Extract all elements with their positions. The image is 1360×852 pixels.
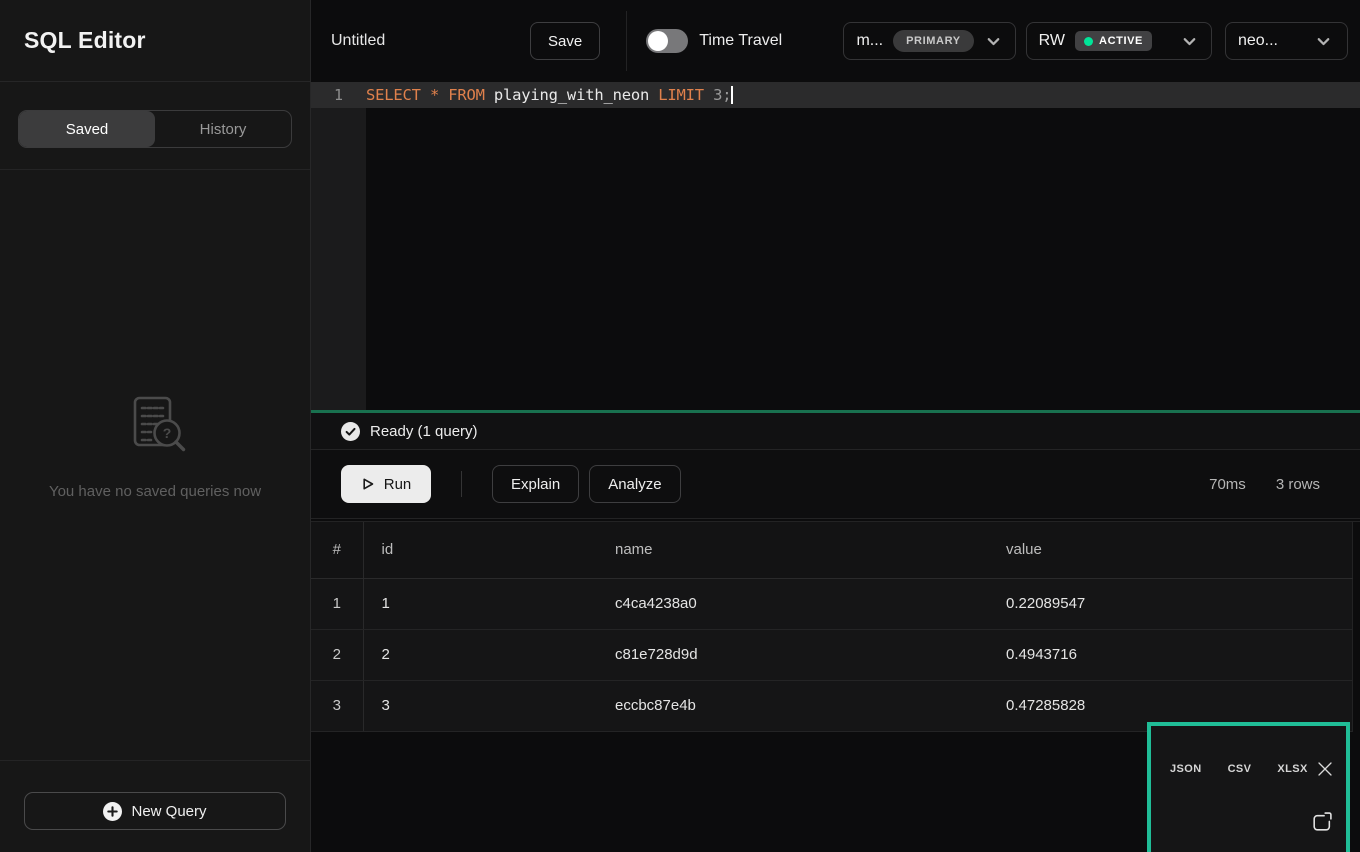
sidebar-footer: New Query xyxy=(0,760,310,852)
sql-token: 3; xyxy=(713,86,731,104)
main-panel: Untitled Save Time Travel m... PRIMARY R… xyxy=(311,0,1360,852)
table-cell: c4ca4238a0 xyxy=(597,578,988,629)
table-cell: 1 xyxy=(363,578,597,629)
status-text: Ready (1 query) xyxy=(370,423,478,440)
results-table: #idnamevalue 11c4ca4238a00.2208954722c81… xyxy=(311,522,1353,732)
export-xlsx-button[interactable]: XLSX xyxy=(1273,761,1311,777)
close-icon xyxy=(1314,758,1336,780)
table-row[interactable]: 11c4ca4238a00.22089547 xyxy=(311,578,1352,629)
table-header-row: #idnamevalue xyxy=(311,522,1352,578)
table-cell: 3 xyxy=(363,680,597,731)
play-icon xyxy=(361,477,375,491)
table-cell: eccbc87e4b xyxy=(597,680,988,731)
sql-editor-app: SQL Editor Saved History ? You have no s… xyxy=(0,0,1360,852)
column-header-1[interactable]: id xyxy=(363,522,597,578)
sidebar-header: SQL Editor xyxy=(0,0,310,82)
sql-token: LIMIT xyxy=(658,86,704,104)
table-cell: 2 xyxy=(311,629,363,680)
sidebar: SQL Editor Saved History ? You have no s… xyxy=(0,0,311,852)
plus-circle-icon xyxy=(103,802,122,821)
sql-token xyxy=(704,86,713,104)
toggle-knob xyxy=(648,31,668,51)
query-duration: 70ms xyxy=(1209,476,1246,493)
column-header-3[interactable]: value xyxy=(988,522,1352,578)
expand-results-button[interactable] xyxy=(1310,811,1333,834)
expand-icon xyxy=(1310,811,1333,834)
save-button[interactable]: Save xyxy=(530,22,600,60)
database-dropdown[interactable]: neo... xyxy=(1225,22,1348,60)
chevron-down-icon xyxy=(1314,32,1333,51)
statusbar: Ready (1 query) xyxy=(311,413,1360,450)
sidebar-tabs: Saved History xyxy=(0,82,310,170)
no-saved-queries-icon: ? xyxy=(120,391,190,459)
table-cell: 1 xyxy=(311,578,363,629)
database-dropdown-label: neo... xyxy=(1238,32,1278,50)
column-header-2[interactable]: name xyxy=(597,522,988,578)
table-cell: 3 xyxy=(311,680,363,731)
analyze-button[interactable]: Analyze xyxy=(589,465,680,503)
active-dot-icon xyxy=(1084,37,1093,46)
export-panel: JSON CSV XLSX xyxy=(1147,722,1350,852)
code-editor[interactable]: 1 SELECT * FROM playing_with_neon LIMIT … xyxy=(311,82,1360,410)
chevron-down-icon xyxy=(984,32,1003,51)
topbar-divider xyxy=(626,11,627,71)
page-title: SQL Editor xyxy=(24,27,146,54)
line-number: 1 xyxy=(311,86,366,104)
sql-token: FROM xyxy=(448,86,485,104)
branch-dropdown-label: m... xyxy=(856,32,883,50)
tab-saved[interactable]: Saved xyxy=(19,111,155,147)
sql-token xyxy=(439,86,448,104)
export-csv-button[interactable]: CSV xyxy=(1224,761,1256,777)
query-stats: 70ms 3 rows xyxy=(1209,476,1320,493)
primary-badge: PRIMARY xyxy=(893,30,974,52)
saved-queries-empty-state: ? You have no saved queries now xyxy=(0,170,310,760)
export-json-button[interactable]: JSON xyxy=(1166,761,1206,777)
chevron-down-icon xyxy=(1180,32,1199,51)
time-travel-label: Time Travel xyxy=(699,32,782,50)
table-cell: 2 xyxy=(363,629,597,680)
new-query-button[interactable]: New Query xyxy=(24,792,286,830)
run-button[interactable]: Run xyxy=(341,465,431,503)
saved-history-segmented-control: Saved History xyxy=(18,110,292,148)
text-cursor xyxy=(731,86,733,104)
table-cell: 0.22089547 xyxy=(988,578,1352,629)
new-query-label: New Query xyxy=(131,803,206,820)
sql-token xyxy=(421,86,430,104)
query-title: Untitled xyxy=(331,32,401,50)
query-toolbar: Run Explain Analyze 70ms 3 rows xyxy=(311,450,1360,519)
run-label: Run xyxy=(384,476,412,493)
export-format-row: JSON CSV XLSX xyxy=(1151,726,1346,780)
tab-history[interactable]: History xyxy=(155,111,291,147)
sql-query-text: SELECT * FROM playing_with_neon LIMIT 3; xyxy=(366,86,731,104)
sql-token: * xyxy=(430,86,439,104)
table-cell: 0.4943716 xyxy=(988,629,1352,680)
active-badge-label: ACTIVE xyxy=(1099,35,1143,47)
table-row[interactable]: 22c81e728d9d0.4943716 xyxy=(311,629,1352,680)
export-format-buttons: JSON CSV XLSX xyxy=(1166,761,1312,777)
editor-gutter xyxy=(311,108,366,410)
compute-dropdown-label: RW xyxy=(1039,32,1065,50)
close-button[interactable] xyxy=(1314,758,1336,780)
sql-token: SELECT xyxy=(366,86,421,104)
column-header-0[interactable]: # xyxy=(311,522,363,578)
explain-button[interactable]: Explain xyxy=(492,465,579,503)
svg-text:?: ? xyxy=(163,425,172,441)
topbar: Untitled Save Time Travel m... PRIMARY R… xyxy=(311,0,1360,82)
table-cell: c81e728d9d xyxy=(597,629,988,680)
editor-empty-area[interactable] xyxy=(311,108,1360,410)
compute-dropdown[interactable]: RW ACTIVE xyxy=(1026,22,1212,60)
active-status-badge: ACTIVE xyxy=(1075,31,1152,51)
toolbar-divider xyxy=(461,471,462,497)
time-travel-toggle[interactable] xyxy=(646,29,688,53)
code-line[interactable]: 1 SELECT * FROM playing_with_neon LIMIT … xyxy=(311,82,1360,108)
sql-token: playing_with_neon xyxy=(485,86,659,104)
check-circle-icon xyxy=(341,422,360,441)
row-count: 3 rows xyxy=(1276,476,1320,493)
branch-dropdown[interactable]: m... PRIMARY xyxy=(843,22,1015,60)
empty-state-text: You have no saved queries now xyxy=(49,483,261,500)
